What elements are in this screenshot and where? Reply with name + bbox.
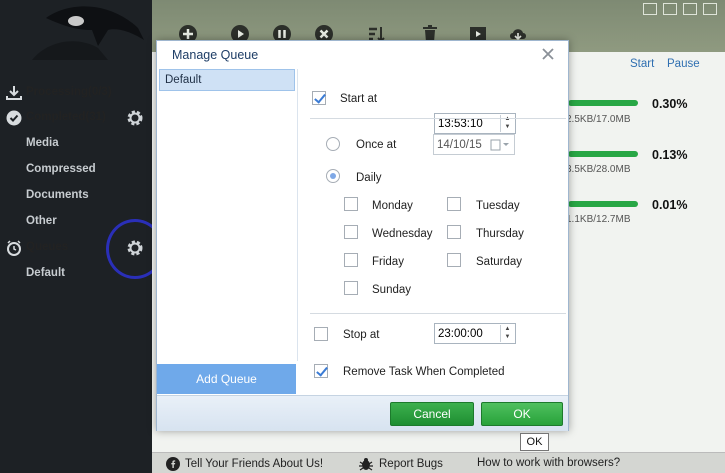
start-at-time-value: 13:53:10 xyxy=(438,118,483,130)
daily-radio[interactable] xyxy=(326,169,340,183)
sunday-label: Sunday xyxy=(372,284,412,296)
check-circle-icon xyxy=(6,110,22,126)
queue-list: Default xyxy=(159,69,298,361)
thursday-checkbox[interactable] xyxy=(447,225,461,239)
once-at-date-value: 14/10/15 xyxy=(437,139,482,151)
facebook-icon xyxy=(166,457,180,471)
ok-tooltip: OK xyxy=(520,433,549,451)
monday-label: Monday xyxy=(372,200,413,212)
sidebar-item-label: Documents xyxy=(26,189,89,201)
start-at-time-input[interactable]: 13:53:10 ▲ ▼ xyxy=(434,113,516,134)
sidebar: Processing(0/3) Completed(31) Media Comp… xyxy=(0,0,164,473)
progress-bar xyxy=(568,201,638,207)
download-size: 3.5KB/28.0MB xyxy=(566,164,631,175)
queue-settings-panel: Start at 13:53:10 ▲ ▼ Once at 14/10/15 Da… xyxy=(300,69,568,395)
clock-icon xyxy=(7,240,21,256)
dialog-footer: Cancel OK xyxy=(157,395,568,431)
sidebar-item-label: Queues xyxy=(26,241,69,253)
tell-friends-link[interactable]: Tell Your Friends About Us! xyxy=(166,457,323,471)
sidebar-item-compressed[interactable]: Compressed xyxy=(0,159,152,181)
bug-icon xyxy=(359,458,373,471)
maximize-window-button[interactable] xyxy=(683,3,697,15)
progress-percent: 0.01% xyxy=(652,198,688,212)
sidebar-item-label: Completed(31) xyxy=(26,111,106,123)
stop-at-time-input[interactable]: 23:00:00 ▲ ▼ xyxy=(434,323,516,344)
sidebar-item-label: Other xyxy=(26,215,57,227)
start-at-label: Start at xyxy=(340,93,378,105)
wednesday-checkbox[interactable] xyxy=(344,225,358,239)
sidebar-item-label: Compressed xyxy=(26,163,96,175)
download-icon xyxy=(6,86,22,100)
saturday-label: Saturday xyxy=(476,256,523,268)
tuesday-checkbox[interactable] xyxy=(447,197,461,211)
sunday-checkbox[interactable] xyxy=(344,281,358,295)
friday-checkbox[interactable] xyxy=(344,253,358,267)
minimize-window-button[interactable] xyxy=(663,3,677,15)
spin-down-icon[interactable]: ▼ xyxy=(501,333,514,341)
wednesday-label: Wednesday xyxy=(372,228,433,240)
progress-bar xyxy=(568,151,638,157)
daily-label: Daily xyxy=(356,172,382,184)
remove-task-checkbox[interactable] xyxy=(314,364,328,378)
browsers-help-label: How to work with browsers? xyxy=(477,457,621,469)
queue-item-default[interactable]: Default xyxy=(159,69,295,91)
stop-at-time-value: 23:00:00 xyxy=(438,328,483,340)
remove-task-label: Remove Task When Completed xyxy=(343,366,505,378)
stop-at-checkbox[interactable] xyxy=(314,327,328,341)
stop-at-label: Stop at xyxy=(343,329,380,341)
gear-icon[interactable] xyxy=(126,109,144,127)
saturday-checkbox[interactable] xyxy=(447,253,461,267)
divider xyxy=(310,313,566,314)
monday-checkbox[interactable] xyxy=(344,197,358,211)
sidebar-item-documents[interactable]: Documents xyxy=(0,185,152,207)
footer-bar: Tell Your Friends About Us! Report Bugs … xyxy=(152,452,725,473)
tuesday-label: Tuesday xyxy=(476,200,520,212)
progress-percent: 0.13% xyxy=(652,148,688,162)
close-icon[interactable] xyxy=(540,46,556,62)
add-queue-button[interactable]: Add Queue xyxy=(157,364,296,394)
column-start[interactable]: Start xyxy=(630,58,654,70)
stop-at-spinner[interactable]: ▲ ▼ xyxy=(500,325,514,342)
friday-label: Friday xyxy=(372,256,404,268)
sidebar-item-media[interactable]: Media xyxy=(0,133,152,155)
close-window-button[interactable] xyxy=(703,3,717,15)
progress-percent: 0.30% xyxy=(652,97,688,111)
download-size: 2.5KB/17.0MB xyxy=(566,114,631,125)
browsers-help-link[interactable]: How to work with browsers? xyxy=(477,457,620,469)
sidebar-item-label: Processing(0/3) xyxy=(26,86,112,98)
tell-friends-label: Tell Your Friends About Us! xyxy=(185,458,324,470)
once-at-radio[interactable] xyxy=(326,137,340,151)
cancel-button[interactable]: Cancel xyxy=(390,402,474,426)
calendar-dropdown-icon[interactable] xyxy=(490,139,510,151)
thursday-label: Thursday xyxy=(476,228,524,240)
sidebar-item-label: Default xyxy=(26,267,65,279)
sidebar-item-label: Media xyxy=(26,137,59,149)
download-size: 1.1KB/12.7MB xyxy=(566,214,631,225)
spin-down-icon[interactable]: ▼ xyxy=(501,123,514,131)
settings-window-button[interactable] xyxy=(643,3,657,15)
manage-queue-dialog: Manage Queue Default Add Queue Start at … xyxy=(156,40,569,431)
column-pause[interactable]: Pause xyxy=(667,58,700,70)
report-bugs-link[interactable]: Report Bugs xyxy=(358,457,443,471)
progress-bar xyxy=(568,100,638,106)
window-controls xyxy=(643,3,717,17)
dialog-titlebar: Manage Queue xyxy=(157,41,568,67)
divider xyxy=(310,118,566,119)
start-at-checkbox[interactable] xyxy=(312,91,326,105)
eagle-logo-icon xyxy=(32,6,144,60)
once-at-date-input[interactable]: 14/10/15 xyxy=(433,134,515,155)
sidebar-item-processing[interactable]: Processing(0/3) xyxy=(0,82,152,104)
spin-up-icon[interactable]: ▲ xyxy=(501,115,514,123)
queue-item-label: Default xyxy=(165,74,202,86)
once-at-label: Once at xyxy=(356,139,397,151)
ok-button[interactable]: OK xyxy=(481,402,563,426)
report-bugs-label: Report Bugs xyxy=(379,458,443,470)
spin-up-icon[interactable]: ▲ xyxy=(501,325,514,333)
dialog-title: Manage Queue xyxy=(172,48,259,62)
